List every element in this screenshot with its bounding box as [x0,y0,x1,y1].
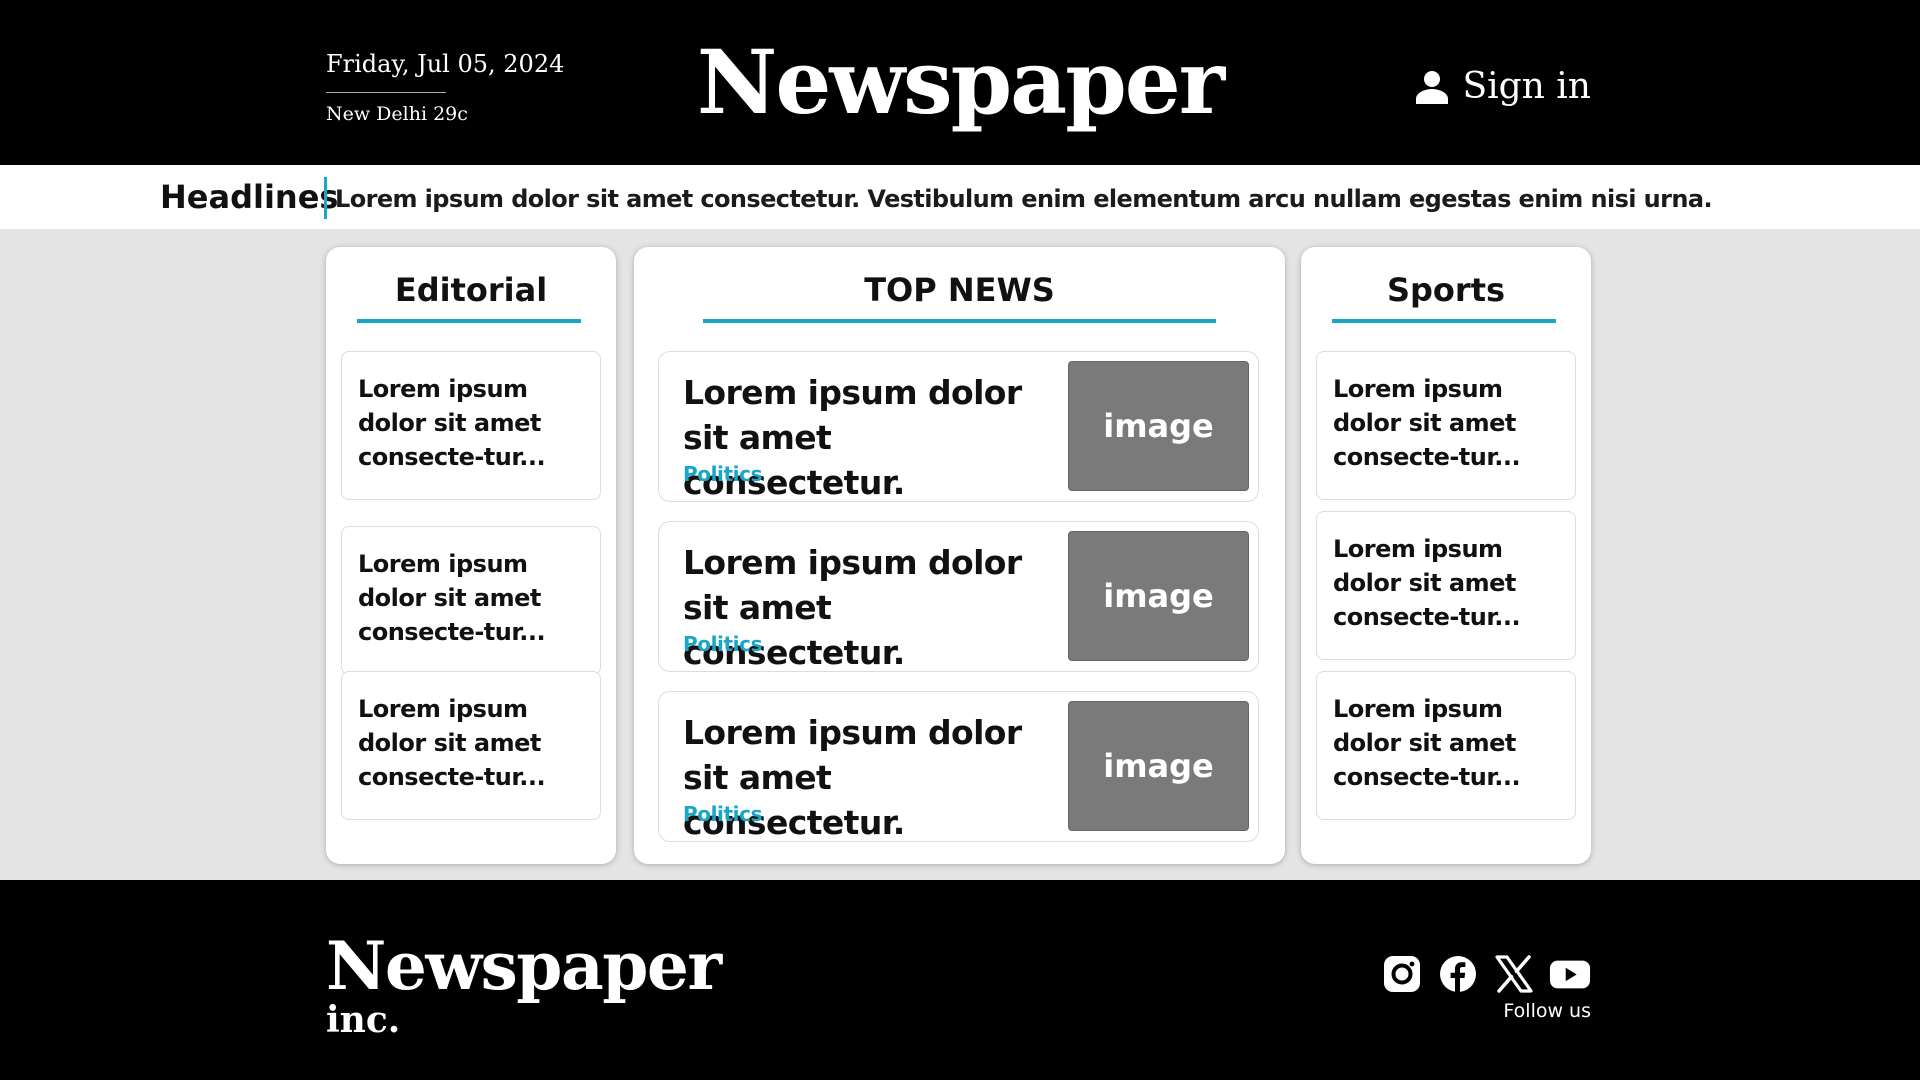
sports-title: Sports [1386,271,1506,309]
news-card[interactable]: Lorem ipsum dolor sit amet consectetur. … [658,691,1259,842]
top-news-underline [703,319,1216,323]
site-logo[interactable]: Newspaper [0,30,1920,134]
footer-logo-suffix: inc. [326,999,401,1041]
sign-in-button[interactable]: Sign in [1416,66,1591,107]
instagram-link[interactable] [1381,953,1423,995]
x-icon [1495,955,1533,993]
headlines-divider [324,177,327,219]
sign-in-label: Sign in [1462,66,1591,107]
user-icon [1416,70,1449,104]
x-link[interactable] [1493,953,1535,995]
site-header: Friday, Jul 05, 2024 New Delhi 29c Newsp… [0,0,1920,165]
headlines-label: Headlines [160,178,339,216]
news-image-placeholder: image [1068,531,1249,661]
sports-card-text: Lorem ipsum dolor sit amet consecte-tur.… [1333,695,1521,791]
sports-card[interactable]: Lorem ipsum dolor sit amet consecte-tur.… [1316,511,1576,660]
editorial-panel: Editorial Lorem ipsum dolor sit amet con… [326,247,616,864]
news-category-tag[interactable]: Politics [683,632,762,656]
top-news-title: TOP NEWS [864,271,1055,309]
youtube-icon [1549,960,1591,989]
headlines-ticker: Headlines Lorem ipsum dolor sit amet con… [0,165,1920,229]
follow-us-label: Follow us [1503,1000,1591,1022]
facebook-link[interactable] [1437,953,1479,995]
site-footer: Newspaper inc. Follow us [0,880,1920,1080]
headline-text[interactable]: Lorem ipsum dolor sit amet consectetur. … [335,185,1713,213]
editorial-card[interactable]: Lorem ipsum dolor sit amet consecte-tur.… [341,351,601,500]
editorial-title: Editorial [394,271,548,309]
editorial-card-text: Lorem ipsum dolor sit amet consecte-tur.… [358,375,546,471]
editorial-card-text: Lorem ipsum dolor sit amet consecte-tur.… [358,695,546,791]
news-category-tag[interactable]: Politics [683,462,762,486]
footer-logo[interactable]: Newspaper [326,933,722,999]
sports-underline [1332,319,1556,323]
sports-card-text: Lorem ipsum dolor sit amet consecte-tur.… [1333,535,1521,631]
sports-card-text: Lorem ipsum dolor sit amet consecte-tur.… [1333,375,1521,471]
facebook-icon [1440,956,1476,992]
social-links [1381,953,1591,995]
editorial-card[interactable]: Lorem ipsum dolor sit amet consecte-tur.… [341,526,601,675]
editorial-card-text: Lorem ipsum dolor sit amet consecte-tur.… [358,550,546,646]
editorial-card[interactable]: Lorem ipsum dolor sit amet consecte-tur.… [341,671,601,820]
news-category-tag[interactable]: Politics [683,802,762,826]
news-card[interactable]: Lorem ipsum dolor sit amet consectetur. … [658,351,1259,502]
editorial-underline [357,319,581,323]
news-image-placeholder: image [1068,361,1249,491]
top-news-panel: TOP NEWS Lorem ipsum dolor sit amet cons… [634,247,1285,864]
news-image-placeholder: image [1068,701,1249,831]
sports-card[interactable]: Lorem ipsum dolor sit amet consecte-tur.… [1316,351,1576,500]
youtube-link[interactable] [1549,953,1591,995]
news-card[interactable]: Lorem ipsum dolor sit amet consectetur. … [658,521,1259,672]
instagram-icon [1384,956,1420,992]
sports-card[interactable]: Lorem ipsum dolor sit amet consecte-tur.… [1316,671,1576,820]
sports-panel: Sports Lorem ipsum dolor sit amet consec… [1301,247,1591,864]
